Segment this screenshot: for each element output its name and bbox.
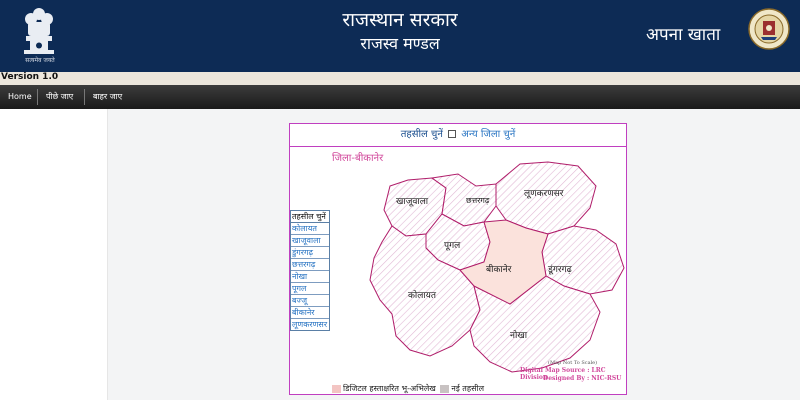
- district-map: खाजूवाला छत्तरगढ़ लूणकरणसर पूगल बीकानेर …: [369, 161, 625, 373]
- nav-divider: [37, 89, 38, 105]
- board-seal-icon: [748, 8, 790, 50]
- legend-new-label: नई तहसील: [451, 384, 484, 393]
- nav-home[interactable]: Home: [8, 85, 32, 109]
- nav-exit[interactable]: बाहर जाए: [93, 85, 122, 109]
- version-label: Version 1.0: [1, 72, 59, 82]
- tehsil-list-header: तहसील चुनें: [291, 211, 329, 223]
- version-bar: Version 1.0: [0, 72, 800, 85]
- tehsil-selection-panel: तहसील चुनें अन्य जिला चुनें जिला-बीकानेर…: [289, 123, 627, 395]
- tehsil-link-chhatargarh[interactable]: छत्तरगढ़: [291, 259, 329, 271]
- tehsil-link-bajju[interactable]: बज्जू: [291, 295, 329, 307]
- panel-header: तहसील चुनें अन्य जिला चुनें: [290, 124, 626, 147]
- app-title: अपना खाता: [646, 25, 721, 45]
- checkbox-icon[interactable]: [448, 130, 457, 138]
- map-label-chhatargarh: छत्तरगढ़: [466, 196, 490, 205]
- tehsil-link-kolayat[interactable]: कोलायत: [291, 223, 329, 235]
- legend-swatch-new: [440, 384, 450, 393]
- legend-swatch-digital: [332, 384, 341, 393]
- select-tehsil-heading: तहसील चुनें: [400, 129, 443, 140]
- tehsil-link-dungargarh[interactable]: डुंगरगढ़: [291, 247, 329, 259]
- nav-bar: Home पीछे जाए बाहर जाए: [0, 85, 800, 109]
- map-label-bikaner: बीकानेर: [486, 263, 512, 275]
- tehsil-list: तहसील चुनें कोलायत खाजूवाला डुंगरगढ़ छत्…: [290, 210, 330, 331]
- map-label-khajuwala: खाजूवाला: [396, 197, 429, 207]
- nav-divider: [84, 89, 85, 105]
- map-legend: डिजिटल हस्ताक्षरित भू-अभिलेख नई तहसील: [332, 383, 484, 395]
- tehsil-link-khajuwala[interactable]: खाजूवाला: [291, 235, 329, 247]
- map-label-kolayat: कोलायत: [408, 289, 437, 301]
- map-label-dungargarh: डूंगरगढ़: [547, 264, 573, 275]
- header: सत्यमेव जयते राजस्थान सरकार राजस्व मण्डल…: [0, 0, 800, 72]
- legend-digital-label: डिजिटल हस्ताक्षरित भू-अभिलेख: [343, 384, 436, 393]
- tehsil-link-lunkaransar[interactable]: लूणकरणसर: [291, 319, 329, 330]
- map-designer-credit: Designed By : NIC-RSU: [543, 375, 622, 382]
- map-scale-note: (Map Not To Scale): [548, 360, 598, 366]
- map-label-lunkaransar: लूणकरणसर: [524, 189, 564, 199]
- tehsil-link-bikaner[interactable]: बीकानेर: [291, 307, 329, 319]
- other-district-link[interactable]: अन्य जिला चुनें: [461, 129, 515, 140]
- map-label-nokha: नोखा: [510, 329, 528, 341]
- tehsil-link-nokha[interactable]: नोखा: [291, 271, 329, 283]
- nav-back[interactable]: पीछे जाए: [46, 85, 73, 109]
- tehsil-link-pugal[interactable]: पूगल: [291, 283, 329, 295]
- map-label-pugal: पूगल: [444, 241, 461, 251]
- motto-text: सत्यमेव जयते: [25, 57, 55, 64]
